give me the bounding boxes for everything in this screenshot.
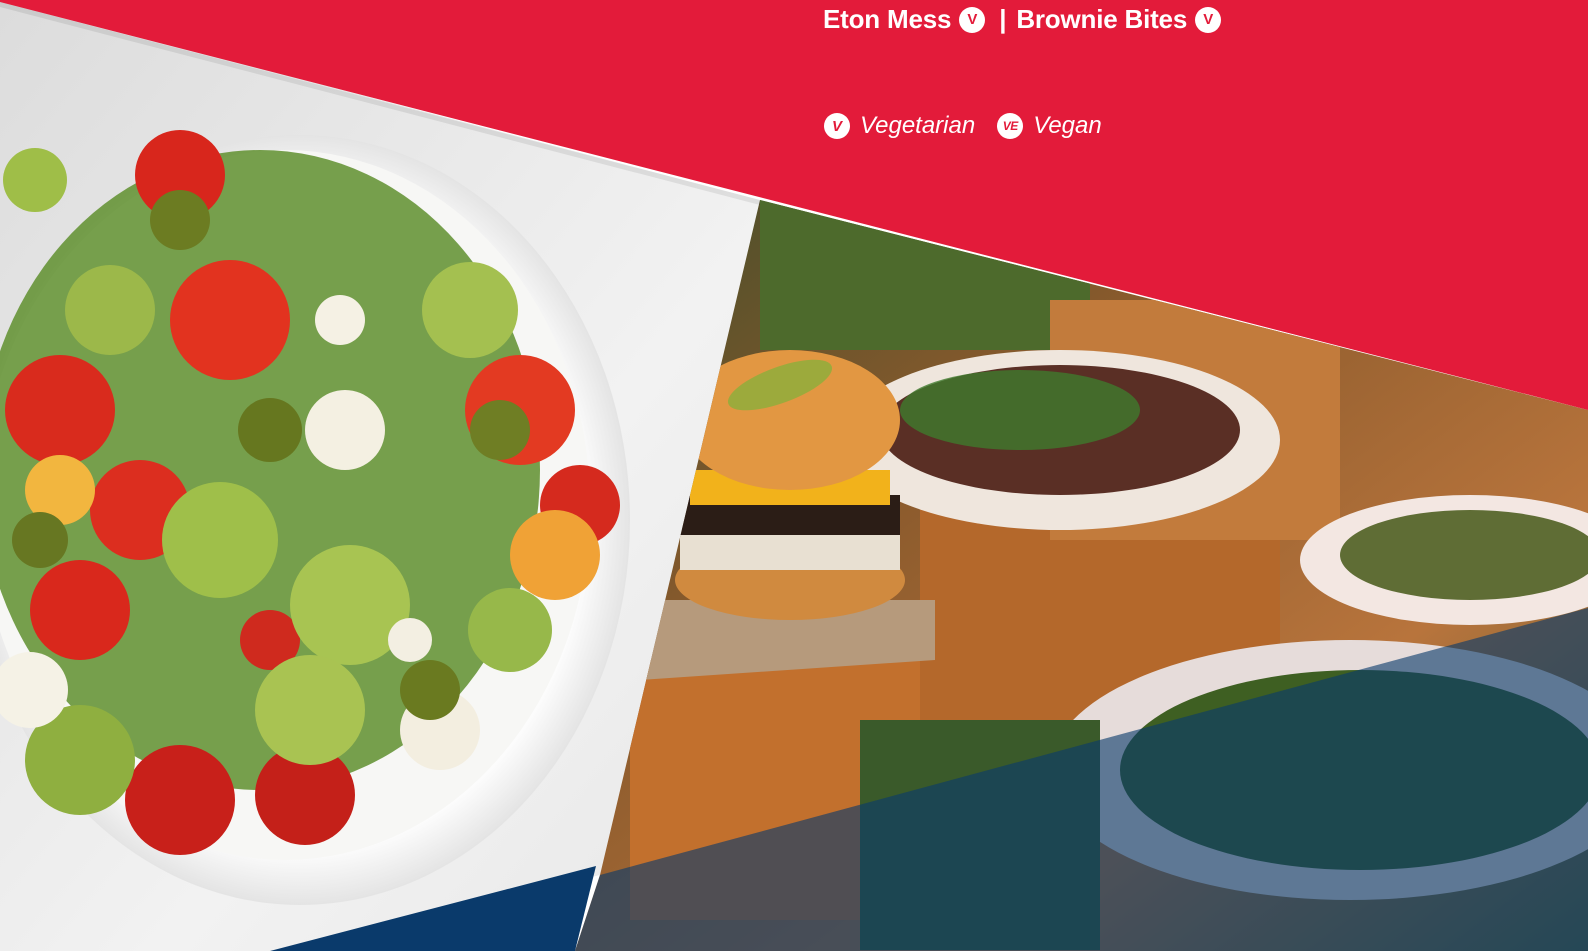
- dish-separator: |: [999, 4, 1007, 34]
- vegan-icon: VE: [997, 113, 1024, 139]
- background-artwork: [0, 0, 1588, 951]
- vegetarian-icon: V: [1195, 6, 1222, 33]
- vegetarian-icon: V: [824, 113, 850, 139]
- dessert-menu-line: Eton Mess V | Brownie Bites V: [823, 4, 1222, 35]
- legend-label-vegetarian: Vegetarian: [860, 112, 976, 139]
- vegetarian-icon: V: [959, 6, 986, 33]
- dietary-legend: V Vegetarian VE Vegan: [824, 112, 1114, 140]
- dish-name-brownie-bites: Brownie Bites: [1016, 4, 1188, 34]
- legend-label-vegan: Vegan: [1033, 112, 1102, 139]
- dish-name-eton-mess: Eton Mess: [823, 4, 952, 34]
